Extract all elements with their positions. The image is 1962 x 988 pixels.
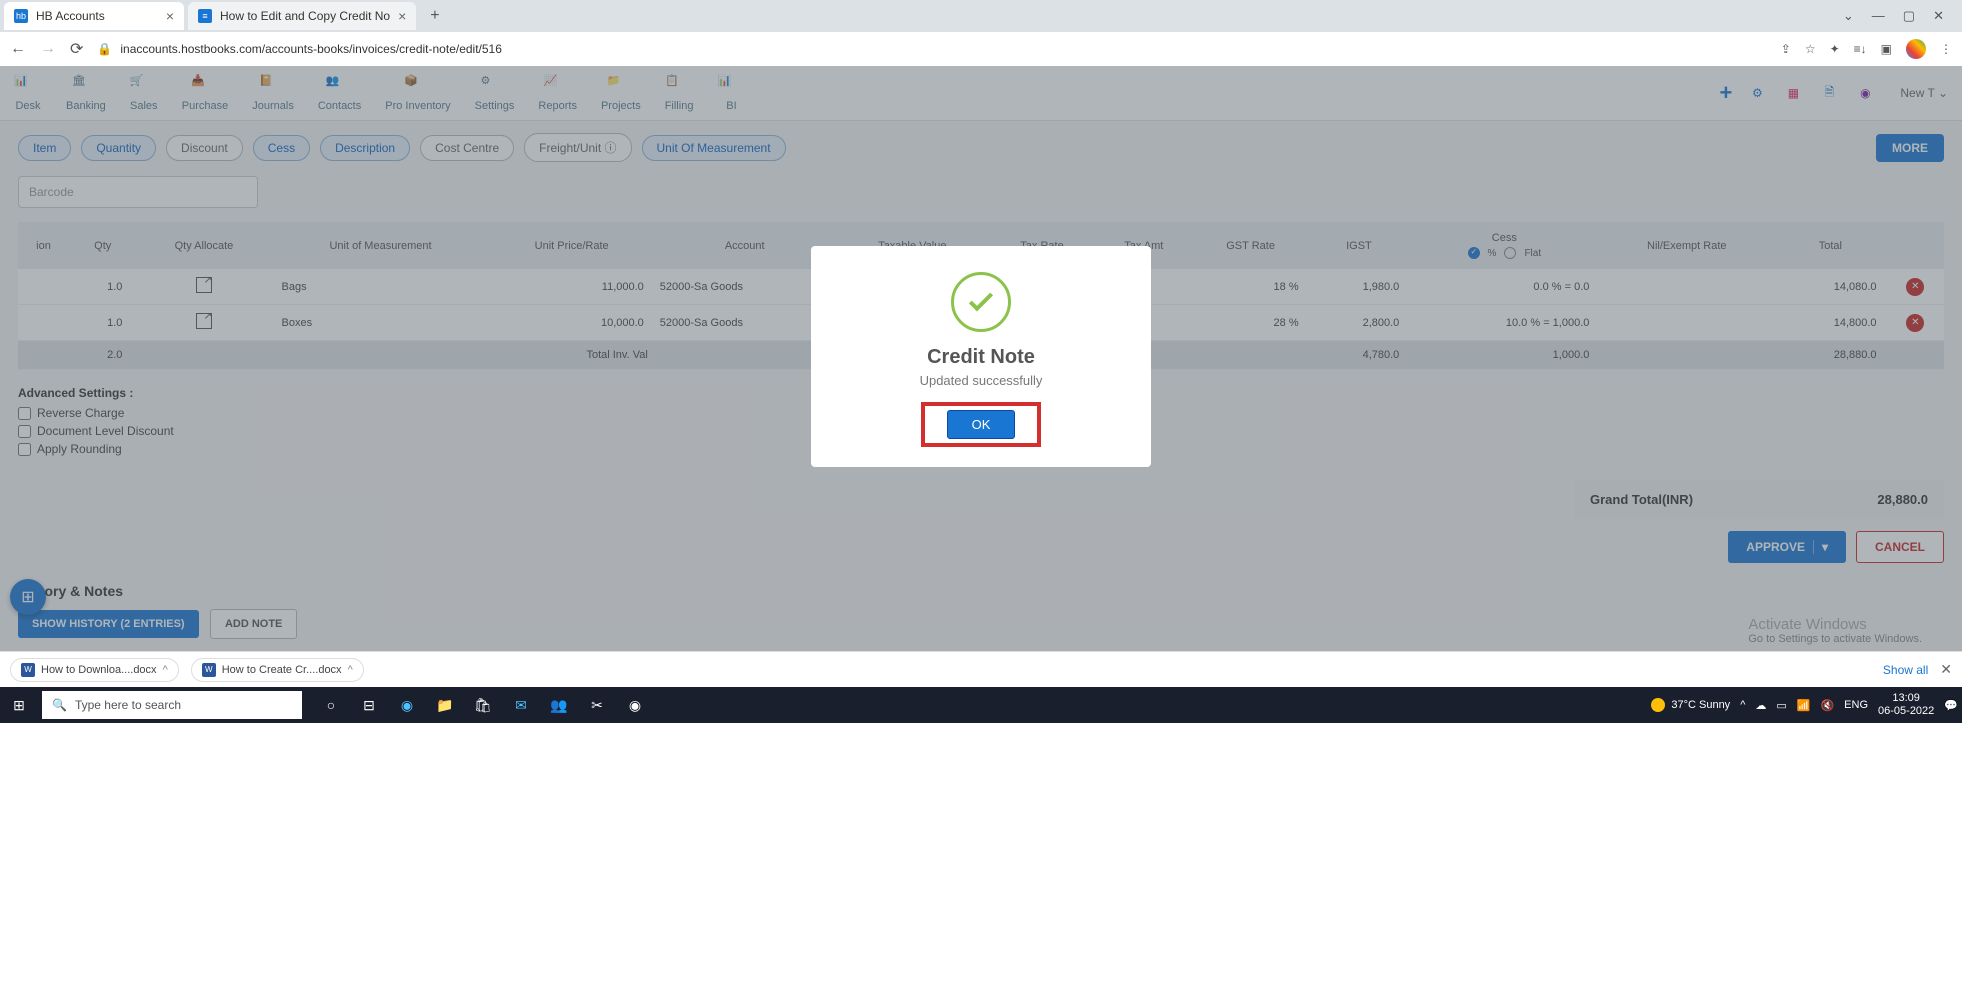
check-icon <box>951 272 1011 332</box>
close-downloads-icon[interactable]: ✕ <box>1940 661 1952 678</box>
tab-title: HB Accounts <box>36 9 158 23</box>
lock-icon: 🔒 <box>97 42 112 56</box>
app-container: 📊Desk🏛Banking🛒Sales📥Purchase📔Journals👥Co… <box>0 66 1962 651</box>
url-field[interactable]: 🔒 inaccounts.hostbooks.com/accounts-book… <box>97 42 1766 56</box>
tab-close-icon[interactable]: × <box>398 8 406 24</box>
extensions-icon[interactable]: ✦ <box>1830 42 1840 56</box>
maximize-icon[interactable]: ▢ <box>1903 8 1915 24</box>
tab-bar: hb HB Accounts × ≡ How to Edit and Copy … <box>0 0 1962 32</box>
success-modal: Credit Note Updated successfully OK <box>811 246 1151 467</box>
reload-icon[interactable]: ⟳ <box>70 39 83 59</box>
language-indicator[interactable]: ENG <box>1844 699 1868 711</box>
tab-title: How to Edit and Copy Credit No <box>220 9 390 23</box>
dl-caret-icon[interactable]: ^ <box>163 664 168 676</box>
taskbar-search[interactable]: 🔍 Type here to search <box>42 691 302 719</box>
docs-favicon: ≡ <box>198 9 212 23</box>
browser-chrome: hb HB Accounts × ≡ How to Edit and Copy … <box>0 0 1962 66</box>
notifications-icon[interactable]: 💬 <box>1944 699 1958 712</box>
clock[interactable]: 13:09 06-05-2022 <box>1878 692 1934 718</box>
snip-icon[interactable]: ✂ <box>586 694 608 716</box>
show-all-downloads[interactable]: Show all <box>1883 663 1928 677</box>
explorer-icon[interactable]: 📁 <box>434 694 456 716</box>
battery-icon[interactable]: ▭ <box>1776 699 1786 712</box>
download-item[interactable]: WHow to Create Cr....docx^ <box>191 658 364 682</box>
download-item[interactable]: WHow to Downloa....docx^ <box>10 658 179 682</box>
modal-title: Credit Note <box>831 346 1131 369</box>
url-text: inaccounts.hostbooks.com/accounts-books/… <box>120 42 502 56</box>
teams-icon[interactable]: 👥 <box>548 694 570 716</box>
onedrive-icon[interactable]: ☁ <box>1755 699 1766 712</box>
ok-highlight: OK <box>921 402 1042 447</box>
tab-close-icon[interactable]: × <box>166 8 174 24</box>
sun-icon <box>1651 698 1665 712</box>
ok-button[interactable]: OK <box>947 410 1016 439</box>
mail-icon[interactable]: ✉ <box>510 694 532 716</box>
search-icon: 🔍 <box>52 698 67 712</box>
reading-list-icon[interactable]: ≡↓ <box>1854 42 1867 56</box>
word-icon: W <box>202 663 216 677</box>
address-bar: ← → ⟳ 🔒 inaccounts.hostbooks.com/account… <box>0 32 1962 66</box>
forward-icon[interactable]: → <box>40 40 56 58</box>
dl-caret-icon[interactable]: ^ <box>348 664 353 676</box>
word-icon: W <box>21 663 35 677</box>
new-tab-button[interactable]: + <box>420 3 449 29</box>
downloads-bar: WHow to Downloa....docx^ WHow to Create C… <box>0 651 1962 687</box>
taskbar: ⊞ 🔍 Type here to search ○ ⊟ ◉ 📁 🛍 ✉ 👥 ✂ … <box>0 687 1962 723</box>
side-panel-icon[interactable]: ▣ <box>1881 42 1892 56</box>
window-controls: ⌄ — ▢ ✕ <box>1829 8 1958 24</box>
browser-tab-hb-accounts[interactable]: hb HB Accounts × <box>4 2 184 30</box>
share-icon[interactable]: ⇪ <box>1781 42 1791 56</box>
close-window-icon[interactable]: ✕ <box>1933 8 1944 24</box>
menu-icon[interactable]: ⋮ <box>1940 42 1952 56</box>
start-button[interactable]: ⊞ <box>4 697 34 714</box>
wifi-icon[interactable]: 📶 <box>1797 699 1811 712</box>
task-view-icon[interactable]: ⊟ <box>358 694 380 716</box>
profile-avatar[interactable] <box>1906 39 1926 59</box>
store-icon[interactable]: 🛍 <box>472 694 494 716</box>
volume-icon[interactable]: 🔇 <box>1820 699 1834 712</box>
star-icon[interactable]: ☆ <box>1805 42 1816 56</box>
browser-tab-docs[interactable]: ≡ How to Edit and Copy Credit No × <box>188 2 416 30</box>
tray-chevron-icon[interactable]: ^ <box>1740 699 1745 711</box>
chevron-down-icon[interactable]: ⌄ <box>1843 8 1854 24</box>
minimize-icon[interactable]: — <box>1872 8 1885 24</box>
modal-overlay: Credit Note Updated successfully OK <box>0 66 1962 651</box>
hb-favicon: hb <box>14 9 28 23</box>
back-icon[interactable]: ← <box>10 40 26 58</box>
cortana-icon[interactable]: ○ <box>320 694 342 716</box>
chrome-icon[interactable]: ◉ <box>624 694 646 716</box>
modal-subtitle: Updated successfully <box>831 373 1131 388</box>
edge-icon[interactable]: ◉ <box>396 694 418 716</box>
weather-widget[interactable]: 37°C Sunny <box>1651 698 1730 712</box>
